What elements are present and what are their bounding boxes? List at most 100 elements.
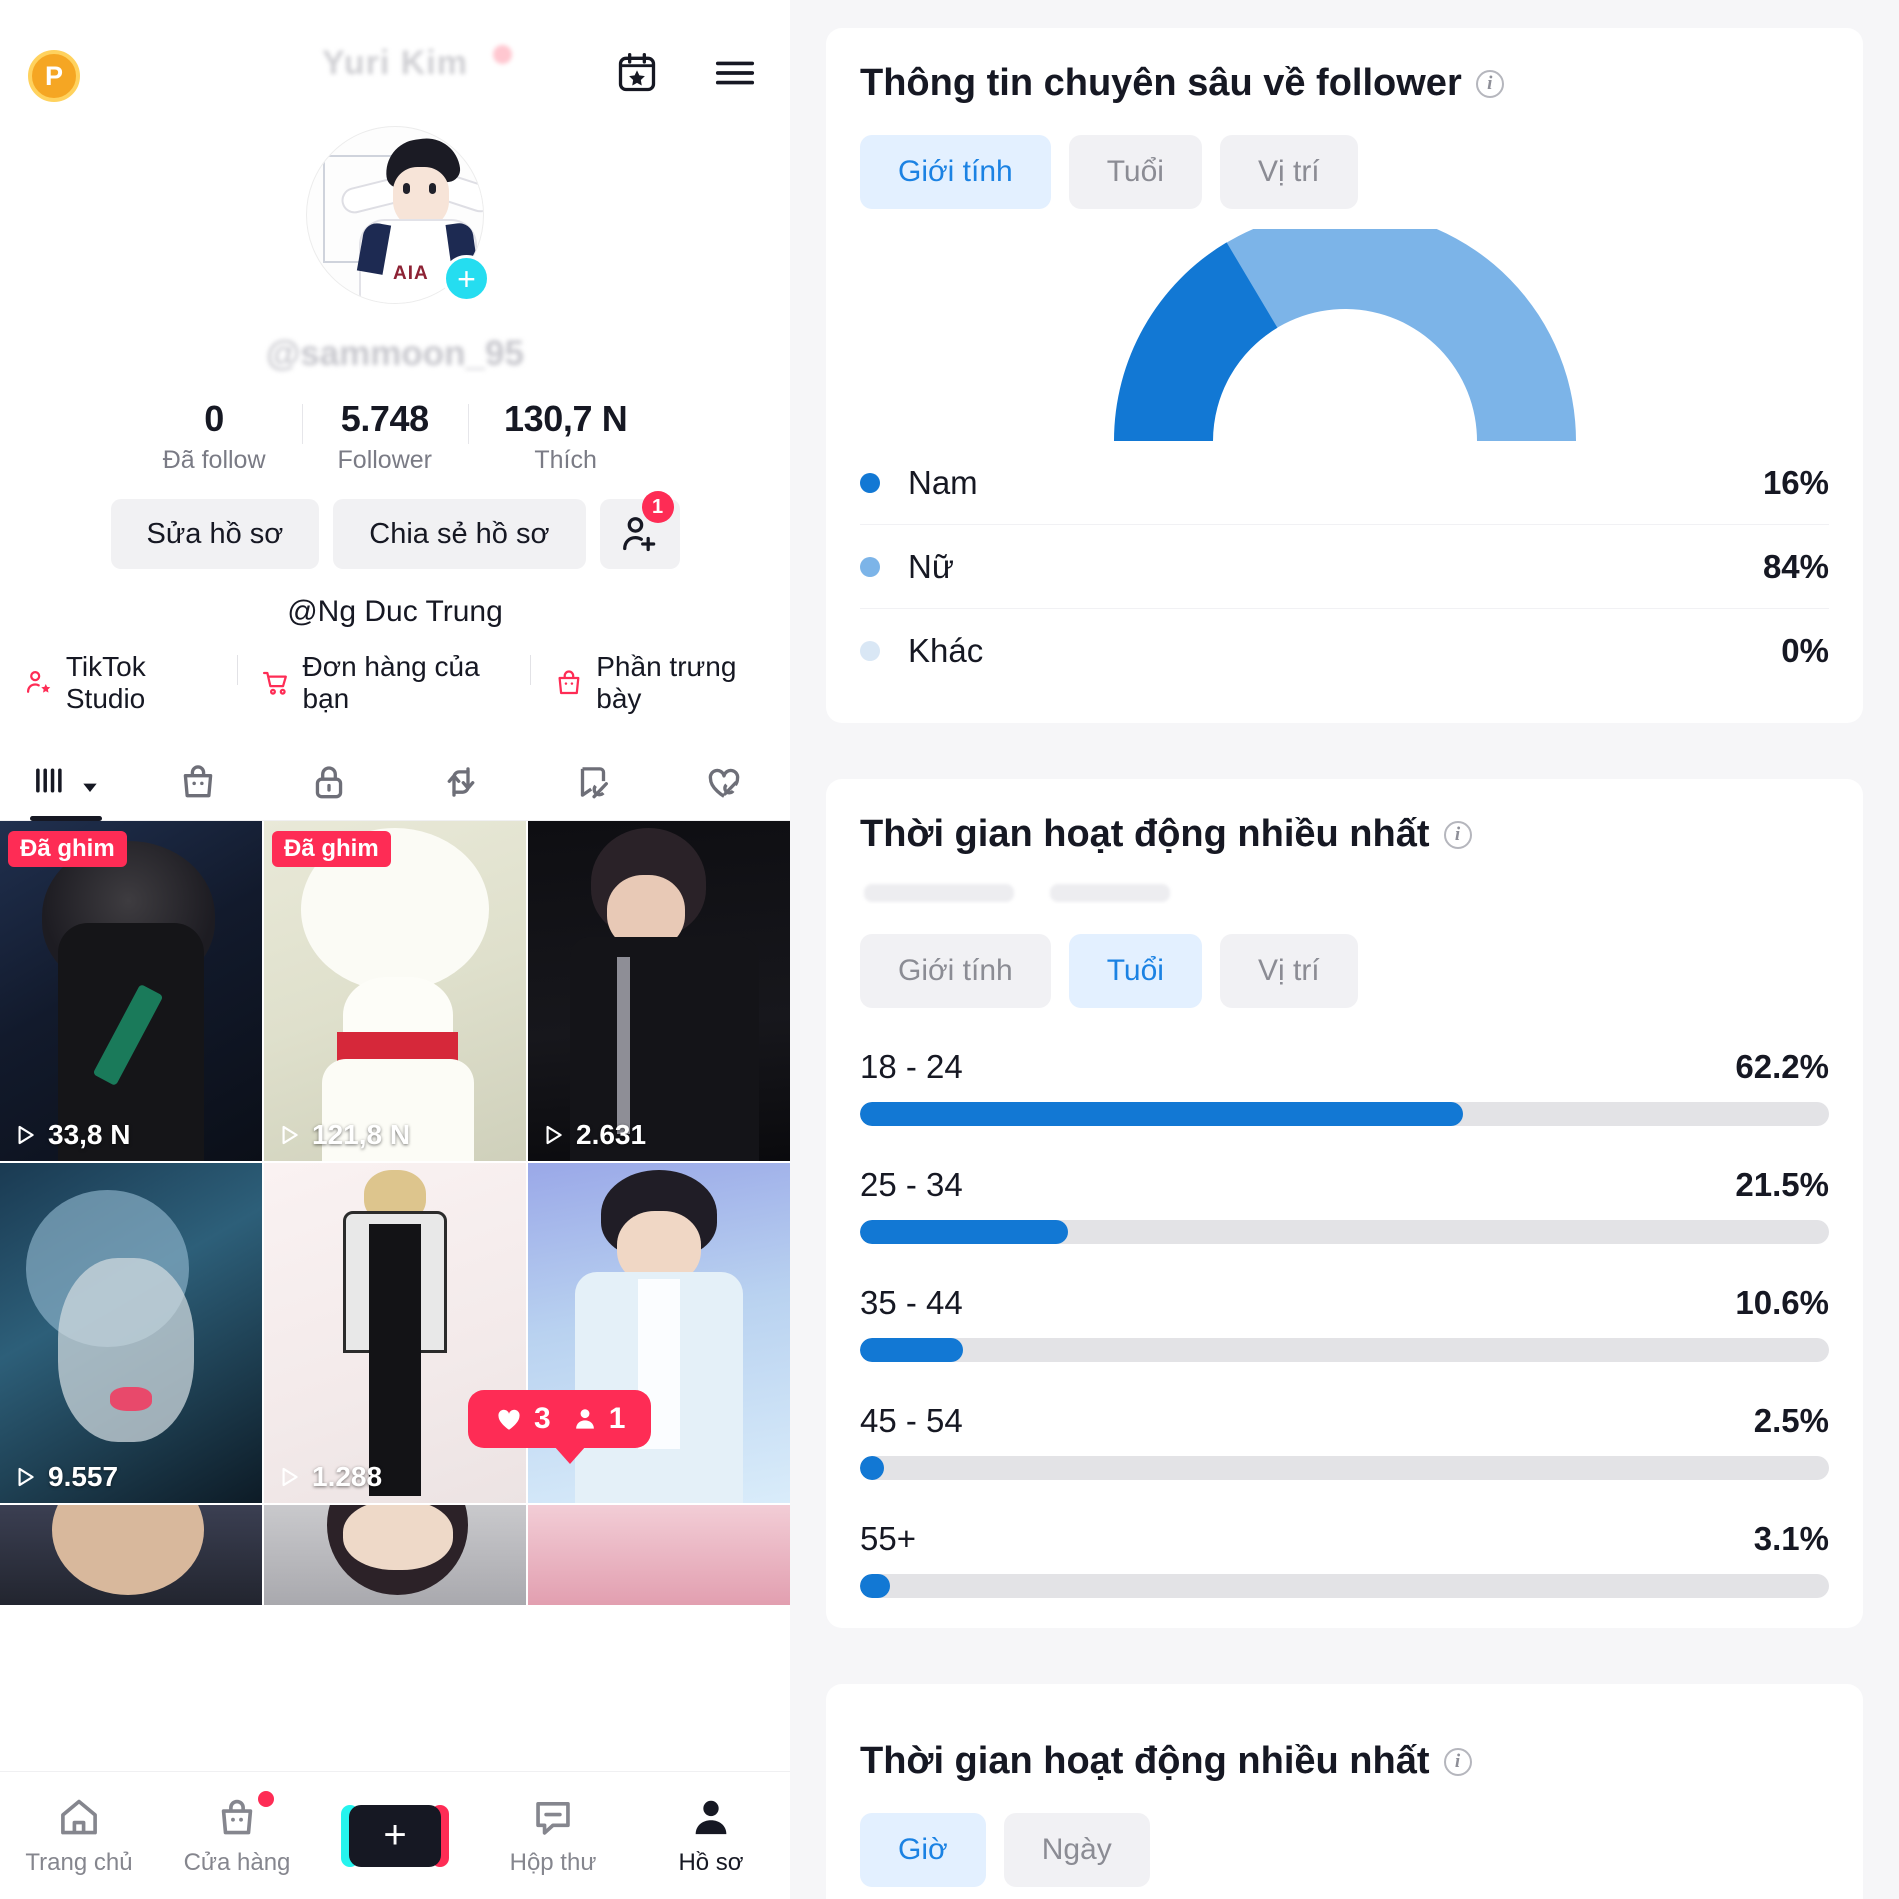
tab-gender[interactable]: Giới tính [860, 135, 1051, 209]
video-view-count: 9.557 [12, 1461, 118, 1493]
follower-insights-title: Thông tin chuyên sâu về follower i [860, 62, 1829, 105]
legend-label-other: Khác [908, 632, 984, 669]
profile-action-buttons: Sửa hồ sơ Chia sẻ hồ sơ 1 [0, 491, 790, 569]
stat-followers-value: 5.748 [340, 398, 429, 439]
tiktok-profile-panel: P Yuri Kim AIA + @sammoon_95 0 Đã follow… [0, 0, 790, 1899]
add-avatar-plus-icon[interactable]: + [443, 255, 490, 302]
age-bar-45-54: 45 - 54 2.5% [860, 1402, 1829, 1480]
pinned-badge: Đã ghim [8, 831, 127, 867]
gender-gauge-svg [1113, 229, 1576, 441]
rewards-star-icon[interactable] [612, 48, 662, 98]
active-time-hours-card: Thời gian hoạt động nhiều nhất i Giờ Ngà… [826, 1684, 1863, 1899]
video-view-count-value: 33,8 N [48, 1119, 131, 1150]
legend-dot-other [860, 641, 880, 661]
tab-gender[interactable]: Giới tính [860, 934, 1051, 1008]
avatar[interactable]: AIA + [306, 126, 490, 304]
video-thumbnail[interactable]: 2.631 [528, 821, 790, 1161]
follower-insights-tabs: Giới tính Tuổi Vị trí [860, 135, 1829, 209]
age-bar-25-34: 25 - 34 21.5% [860, 1166, 1829, 1244]
video-view-count-value: 1.288 [312, 1461, 383, 1492]
edit-profile-button[interactable]: Sửa hồ sơ [110, 499, 320, 569]
video-thumbnail[interactable] [528, 1505, 790, 1605]
quick-link-showcase[interactable]: Phần trưng bày [530, 651, 790, 715]
bubble-likes: 3 [494, 1402, 551, 1436]
hamburger-menu-icon[interactable] [710, 48, 760, 98]
faded-handle: @sammoon_95 [266, 334, 524, 373]
legend-value-male: 16% [1762, 463, 1829, 501]
active-time-hours-title: Thời gian hoạt động nhiều nhất i [860, 1740, 1829, 1783]
tab-private[interactable] [263, 743, 395, 820]
nav-item-inbox-label: Hộp thư [509, 1848, 597, 1876]
age-bar-head: 25 - 34 21.5% [860, 1166, 1829, 1204]
age-bar-fill [860, 1220, 1069, 1244]
follower-insights-title-text: Thông tin chuyên sâu về follower [860, 62, 1462, 104]
tab-age[interactable]: Tuổi [1068, 135, 1202, 209]
video-thumbnail[interactable]: 9.557 [0, 1163, 262, 1503]
quick-link-your-orders[interactable]: Đơn hàng của bạn [236, 651, 531, 715]
nav-item-create[interactable]: + [320, 1804, 470, 1867]
video-thumbnail[interactable] [0, 1505, 262, 1605]
video-thumbnail[interactable]: 1.288 [264, 1163, 526, 1503]
tab-location[interactable]: Vị trí [1219, 934, 1358, 1008]
live-reaction-bubble: 3 1 [468, 1390, 652, 1464]
nav-item-home[interactable]: Trang chủ [4, 1795, 154, 1877]
legend-value-female: 84% [1762, 547, 1829, 585]
card-divider [790, 751, 1899, 779]
faded-header-title: Yuri Kim [322, 44, 468, 82]
age-bar-label: 55+ [860, 1520, 916, 1557]
stat-following[interactable]: 0 Đã follow [127, 398, 302, 475]
create-plus-icon[interactable]: + [341, 1804, 449, 1867]
age-bar-fill [860, 1456, 885, 1480]
coin-points-badge[interactable]: P [28, 50, 80, 102]
info-icon[interactable]: i [1475, 69, 1504, 98]
quick-links-row: TikTok Studio Đơn hàng của bạn Phần trưn… [0, 651, 790, 715]
avatar-eye-right [429, 183, 436, 194]
age-bar-value: 3.1% [1753, 1520, 1829, 1557]
active-time-age-title-text: Thời gian hoạt động nhiều nhất [860, 813, 1430, 855]
info-icon[interactable]: i [1443, 1747, 1472, 1776]
profile-username: @Ng Duc Trung [287, 595, 503, 628]
card-divider [790, 1656, 1899, 1684]
quick-link-label: Đơn hàng của bạn [302, 651, 480, 714]
tab-hour[interactable]: Giờ [860, 1813, 986, 1887]
stat-followers-label: Follower [337, 446, 432, 474]
legend-row-male: Nam 16% [860, 441, 1829, 525]
info-icon[interactable]: i [1443, 820, 1472, 849]
share-profile-button[interactable]: Chia sẻ hồ sơ [333, 499, 586, 569]
scrolling-ghost-tabs [860, 878, 1829, 904]
nav-item-inbox[interactable]: Hộp thư [478, 1795, 628, 1877]
tab-location[interactable]: Vị trí [1219, 135, 1358, 209]
bubble-likes-value: 3 [534, 1402, 551, 1435]
nav-item-home-label: Trang chủ [25, 1848, 133, 1876]
age-bar-track [860, 1456, 1829, 1480]
tab-age[interactable]: Tuổi [1068, 934, 1202, 1008]
tab-hidden-videos[interactable] [527, 743, 659, 820]
nav-item-shop[interactable]: Cửa hàng [162, 1790, 312, 1877]
video-thumbnail[interactable]: Đã ghim 33,8 N [0, 821, 262, 1161]
video-view-count: 121,8 N [276, 1119, 410, 1151]
stat-likes-label: Thích [534, 446, 597, 474]
gender-gauge-chart [860, 229, 1829, 441]
add-friend-button[interactable]: 1 [599, 491, 680, 569]
video-view-count-value: 121,8 N [312, 1119, 411, 1150]
shop-notification-dot [258, 1790, 274, 1807]
video-thumbnail[interactable] [264, 1505, 526, 1605]
tab-day[interactable]: Ngày [1003, 1813, 1150, 1887]
tab-shop[interactable] [132, 743, 264, 820]
nav-item-shop-label: Cửa hàng [183, 1848, 291, 1876]
video-thumbnail[interactable]: Đã ghim 121,8 N [264, 821, 526, 1161]
follower-insights-card: Thông tin chuyên sâu về follower i Giới … [826, 28, 1863, 723]
stat-followers[interactable]: 5.748 Follower [301, 398, 468, 475]
age-bar-55-plus: 55+ 3.1% [860, 1520, 1829, 1598]
age-bar-track [860, 1220, 1829, 1244]
video-view-count: 33,8 N [12, 1119, 131, 1151]
stat-likes[interactable]: 130,7 N Thích [468, 398, 663, 475]
quick-link-tiktok-studio[interactable]: TikTok Studio [0, 651, 237, 715]
nav-item-profile[interactable]: Hồ sơ [636, 1795, 786, 1877]
tab-repost[interactable] [395, 743, 527, 820]
bubble-viewers: 1 [571, 1402, 625, 1436]
tab-posts-grid[interactable] [0, 743, 132, 821]
legend-dot-female [860, 556, 880, 577]
tab-hidden-liked[interactable] [658, 743, 790, 820]
legend-value-other: 0% [1781, 632, 1829, 669]
